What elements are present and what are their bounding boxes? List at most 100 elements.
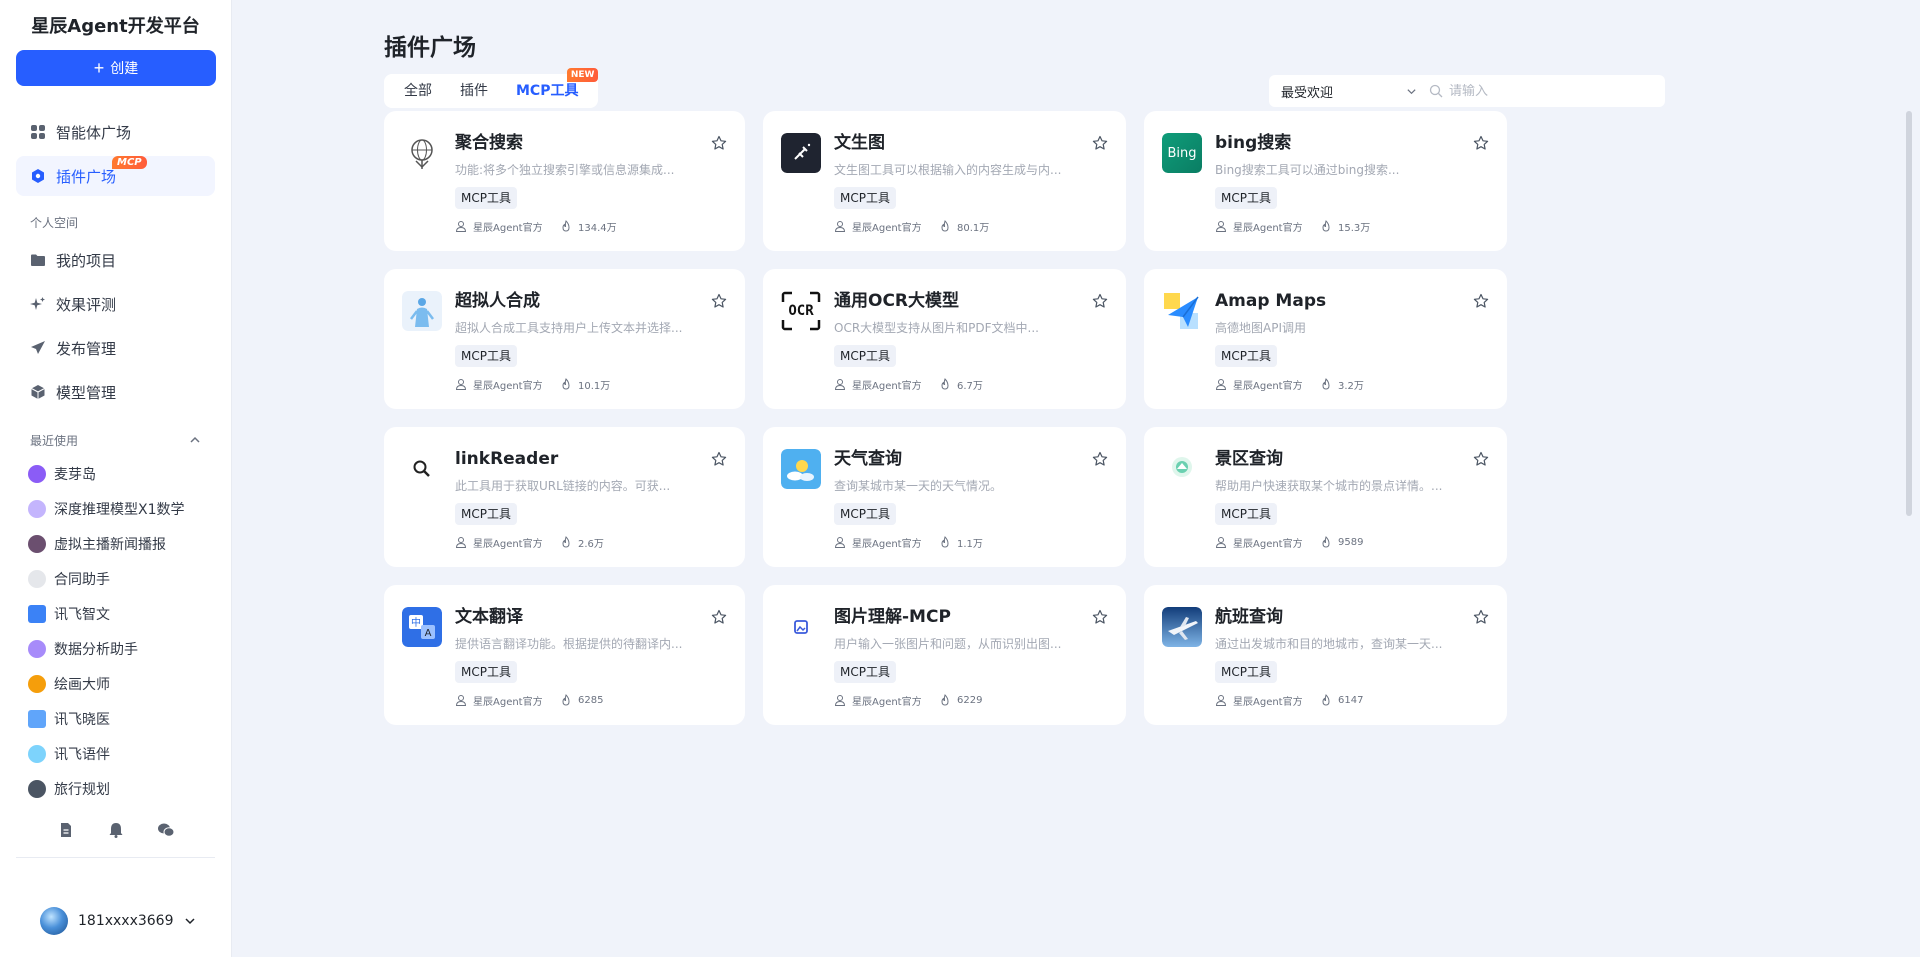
category-tabs: 全部 插件 MCP工具 NEW bbox=[384, 68, 599, 108]
tab-all[interactable]: 全部 bbox=[390, 74, 446, 108]
sort-select[interactable]: 最受欢迎 bbox=[1269, 75, 1429, 107]
ocr-icon: OCR bbox=[781, 291, 821, 331]
plugin-card[interactable]: 图片理解-MCP 用户输入一张图片和问题，从而识别出图... MCP工具 星辰A… bbox=[763, 585, 1126, 725]
plugin-card[interactable]: 天气查询 查询某城市某一天的天气情况。 MCP工具 星辰Agent官方 1.1万 bbox=[763, 427, 1126, 567]
plugin-author: 星辰Agent官方 bbox=[852, 222, 922, 234]
plugin-card[interactable]: 中A 文本翻译 提供语言翻译功能。根据提供的待翻译内... MCP工具 星辰Ag… bbox=[384, 585, 745, 725]
fire-icon bbox=[562, 694, 570, 706]
plugin-description: 高德地图API调用 bbox=[1215, 321, 1306, 335]
avatar bbox=[28, 569, 46, 588]
recent-list: 麦芽岛 深度推理模型X1数学 虚拟主播新闻播报 合同助手 讯飞智文 数据分析助手… bbox=[16, 456, 215, 806]
recent-item[interactable]: 旅行规划 bbox=[16, 771, 215, 806]
recent-item[interactable]: 深度推理模型X1数学 bbox=[16, 491, 215, 526]
nav-item-plugin-square[interactable]: 插件广场 MCP bbox=[16, 156, 215, 196]
plugin-tag: MCP工具 bbox=[834, 661, 896, 683]
plugin-tag: MCP工具 bbox=[1215, 503, 1277, 525]
search-globe-icon bbox=[402, 133, 442, 173]
plus-icon: + bbox=[93, 58, 105, 78]
search-input[interactable] bbox=[1449, 83, 1655, 99]
user-menu[interactable]: 181xxxx3669 bbox=[40, 907, 196, 935]
star-icon[interactable] bbox=[711, 609, 727, 625]
recent-item[interactable]: 数据分析助手 bbox=[16, 631, 215, 666]
plugin-description: OCR大模型支持从图片和PDF文档中... bbox=[834, 321, 1039, 335]
main-content: 插件广场 全部 插件 MCP工具 NEW 最受欢迎 聚合搜索 功能:将多个独立搜… bbox=[232, 0, 1920, 957]
plugin-heat: 6.7万 bbox=[957, 380, 983, 392]
search-icon bbox=[1429, 84, 1443, 98]
plugin-name: 通用OCR大模型 bbox=[834, 291, 960, 311]
fire-icon bbox=[1322, 220, 1330, 232]
plugin-card[interactable]: 超拟人合成 超拟人合成工具支持用户上传文本并选择... MCP工具 星辰Agen… bbox=[384, 269, 745, 409]
document-icon[interactable] bbox=[57, 821, 75, 839]
fire-icon bbox=[562, 378, 570, 390]
plugin-card[interactable]: Bing bing搜索 Bing搜索工具可以通过bing搜索... MCP工具 … bbox=[1144, 111, 1507, 251]
tab-mcp-tools[interactable]: MCP工具 NEW bbox=[502, 68, 599, 108]
create-button[interactable]: + 创建 bbox=[16, 50, 216, 86]
avatar bbox=[28, 464, 46, 483]
recent-item[interactable]: 绘画大师 bbox=[16, 666, 215, 701]
plugin-card[interactable]: Amap Maps 高德地图API调用 MCP工具 星辰Agent官方 3.2万 bbox=[1144, 269, 1507, 409]
recent-item[interactable]: 虚拟主播新闻播报 bbox=[16, 526, 215, 561]
plugin-author: 星辰Agent官方 bbox=[473, 222, 543, 234]
new-badge: NEW bbox=[566, 68, 599, 82]
avatar bbox=[28, 674, 46, 693]
plugin-meta: 星辰Agent官方 6.7万 bbox=[834, 377, 1106, 392]
star-icon[interactable] bbox=[711, 451, 727, 467]
nav-item-my-projects[interactable]: 我的项目 bbox=[16, 240, 215, 280]
scrollbar[interactable] bbox=[1906, 111, 1912, 516]
plugin-card[interactable]: 文生图 文生图工具可以根据输入的内容生成与内... MCP工具 星辰Agent官… bbox=[763, 111, 1126, 251]
nav-item-label: 我的项目 bbox=[56, 251, 117, 270]
search-box bbox=[1419, 75, 1665, 107]
nav-item-models[interactable]: 模型管理 bbox=[16, 372, 215, 412]
plugin-heat: 6229 bbox=[957, 694, 983, 706]
plugin-author: 星辰Agent官方 bbox=[1233, 538, 1303, 550]
tab-label: MCP工具 bbox=[516, 83, 579, 99]
star-icon[interactable] bbox=[711, 293, 727, 309]
plugin-card[interactable]: linkReader 此工具用于获取URL链接的内容。可获... MCP工具 星… bbox=[384, 427, 745, 567]
star-icon[interactable] bbox=[1473, 451, 1489, 467]
nav-item-label: 模型管理 bbox=[56, 383, 117, 402]
user-icon bbox=[834, 537, 846, 548]
star-icon[interactable] bbox=[1473, 293, 1489, 309]
plugin-heat: 1.1万 bbox=[957, 538, 983, 550]
wechat-icon[interactable] bbox=[157, 821, 175, 839]
plugin-name: 文本翻译 bbox=[455, 607, 523, 627]
recent-item[interactable]: 讯飞语伴 bbox=[16, 736, 215, 771]
plugin-name: linkReader bbox=[455, 449, 559, 469]
star-icon[interactable] bbox=[1092, 451, 1108, 467]
avatar bbox=[40, 907, 68, 935]
star-icon[interactable] bbox=[1092, 135, 1108, 151]
plugin-name: 航班查询 bbox=[1215, 607, 1283, 627]
nav-item-agent-square[interactable]: 智能体广场 bbox=[16, 112, 215, 152]
main-nav: 智能体广场 插件广场 MCP bbox=[16, 112, 215, 196]
plugin-card[interactable]: 聚合搜索 功能:将多个独立搜索引擎或信息源集成... MCP工具 星辰Agent… bbox=[384, 111, 745, 251]
plugin-tag: MCP工具 bbox=[455, 503, 517, 525]
translate-icon: 中A bbox=[402, 607, 442, 647]
recent-header[interactable]: 最近使用 bbox=[16, 430, 215, 450]
star-icon[interactable] bbox=[1473, 135, 1489, 151]
plugin-card[interactable]: 航班查询 通过出发城市和目的地城市，查询某一天... MCP工具 星辰Agent… bbox=[1144, 585, 1507, 725]
mcp-badge: MCP bbox=[112, 156, 147, 169]
avatar bbox=[28, 779, 46, 798]
plugin-card[interactable]: 景区查询 帮助用户快速获取某个城市的景点详情。... MCP工具 星辰Agent… bbox=[1144, 427, 1507, 567]
nav-item-label: 发布管理 bbox=[56, 339, 117, 358]
star-icon[interactable] bbox=[1473, 609, 1489, 625]
user-icon bbox=[1215, 379, 1227, 390]
recent-item[interactable]: 讯飞智文 bbox=[16, 596, 215, 631]
bell-icon[interactable] bbox=[107, 821, 125, 839]
star-icon[interactable] bbox=[1092, 293, 1108, 309]
user-icon bbox=[455, 537, 467, 548]
recent-item[interactable]: 合同助手 bbox=[16, 561, 215, 596]
nav-item-evaluation[interactable]: 效果评测 bbox=[16, 284, 215, 324]
avatar bbox=[28, 499, 46, 518]
star-icon[interactable] bbox=[711, 135, 727, 151]
recent-item[interactable]: 讯飞晓医 bbox=[16, 701, 215, 736]
plugin-card[interactable]: OCR 通用OCR大模型 OCR大模型支持从图片和PDF文档中... MCP工具… bbox=[763, 269, 1126, 409]
tab-plugins[interactable]: 插件 bbox=[446, 74, 502, 108]
star-icon[interactable] bbox=[1092, 609, 1108, 625]
nav-item-publish[interactable]: 发布管理 bbox=[16, 328, 215, 368]
nav-item-label: 智能体广场 bbox=[56, 123, 132, 142]
recent-item-label: 绘画大师 bbox=[54, 676, 110, 693]
plugin-heat: 10.1万 bbox=[578, 380, 611, 392]
plugin-description: 功能:将多个独立搜索引擎或信息源集成... bbox=[455, 163, 675, 177]
recent-item[interactable]: 麦芽岛 bbox=[16, 456, 215, 491]
